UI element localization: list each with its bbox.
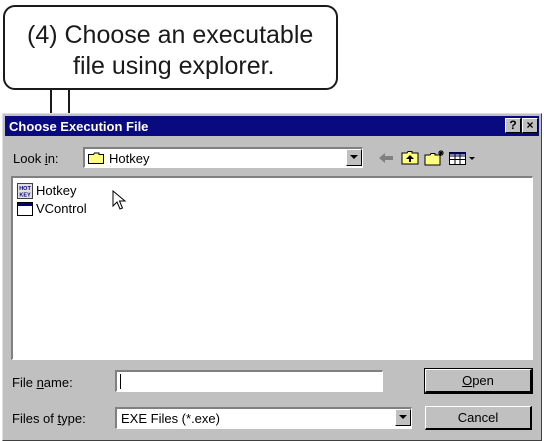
filetype-value: EXE Files (*.exe)	[121, 411, 220, 426]
lookin-dropdown[interactable]: Hotkey	[83, 147, 363, 168]
mouse-pointer-icon	[112, 190, 127, 210]
dialog-title: Choose Execution File	[9, 119, 149, 134]
chevron-down-icon[interactable]	[346, 149, 362, 166]
instruction-callout: (4) Choose an executable file using expl…	[3, 5, 338, 90]
callout-line-1: (4) Choose an executable	[27, 21, 314, 49]
open-button[interactable]: Open	[424, 368, 533, 394]
lookin-value: Hotkey	[109, 151, 150, 166]
file-list[interactable]: HOT KEY Hotkey VControl	[11, 176, 533, 360]
svg-text:KEY: KEY	[19, 193, 31, 199]
filetype-dropdown[interactable]: EXE Files (*.exe)	[115, 407, 412, 429]
lookin-label: Look in:	[13, 151, 59, 166]
cancel-button[interactable]: Cancel	[425, 406, 532, 430]
folder-icon	[88, 152, 104, 164]
text-caret	[120, 374, 121, 389]
hotkey-app-icon: HOT KEY	[17, 183, 33, 199]
window-app-icon	[17, 202, 33, 216]
svg-text:HOT: HOT	[19, 186, 31, 192]
filetype-label: Files of type:	[12, 411, 86, 426]
choose-file-dialog: Choose Execution File ? × Look in: Hotke…	[2, 113, 542, 441]
filename-label: File name:	[12, 375, 73, 390]
help-button[interactable]: ?	[505, 118, 521, 133]
up-folder-icon[interactable]	[399, 149, 421, 167]
file-name: VControl	[36, 201, 87, 216]
filename-input[interactable]	[115, 370, 383, 392]
close-button[interactable]: ×	[522, 118, 538, 133]
new-folder-icon[interactable]	[423, 149, 445, 167]
callout-line-2: file using explorer.	[73, 52, 275, 80]
file-name: Hotkey	[36, 183, 77, 198]
back-arrow-icon[interactable]	[375, 149, 397, 167]
view-menu-icon[interactable]	[447, 149, 477, 167]
chevron-down-icon[interactable]	[395, 409, 411, 426]
dialog-titlebar[interactable]: Choose Execution File ? ×	[5, 116, 539, 136]
